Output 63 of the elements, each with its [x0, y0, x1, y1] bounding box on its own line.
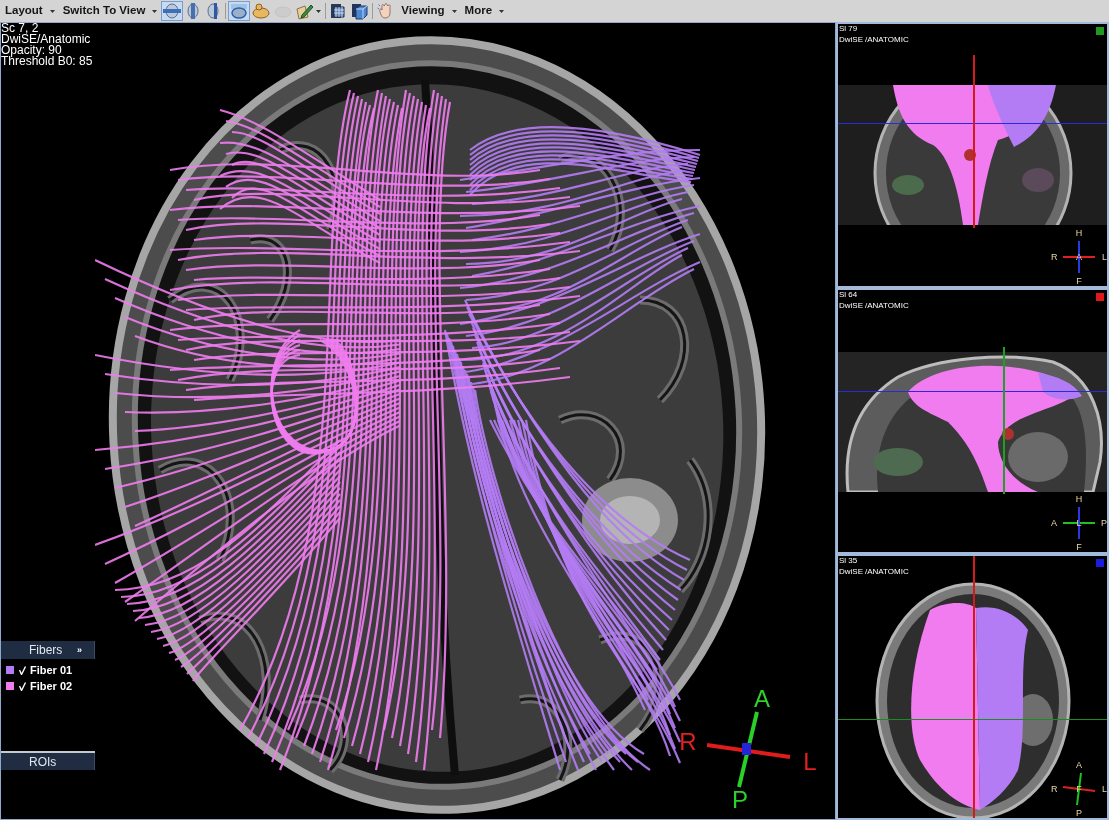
panel-title: ROIs [29, 753, 57, 771]
orientation-label: L [1076, 518, 1082, 528]
render-toggle-button[interactable] [228, 1, 251, 21]
head-vertical-slice-icon [186, 3, 201, 19]
toolbar-menu[interactable]: Viewing [399, 1, 459, 21]
checkmark-icon[interactable] [19, 665, 26, 675]
orientation-label: L [1102, 252, 1107, 262]
orientation-label: R [1051, 784, 1058, 794]
cube-tool-button[interactable] [349, 1, 371, 21]
scan-info-text: Sc 7, 2 [1, 23, 39, 34]
orientation-label: A [1076, 252, 1082, 262]
view-label: /ANATOMIC [865, 301, 909, 310]
scan-info-text: Opacity: 90 [1, 45, 62, 56]
pencil-icon [296, 2, 315, 20]
orientation-label: L [803, 750, 817, 774]
orientation-axes-icon [1061, 771, 1097, 807]
orientation-label: R [1051, 252, 1058, 262]
caret-icon [152, 9, 158, 13]
fiber-label[interactable]: Fiber 02 [30, 677, 73, 695]
orientation-axes-icon [1061, 239, 1097, 275]
view-label: /ANATOMIC [865, 35, 909, 44]
view-toggle-button[interactable] [161, 1, 184, 21]
series-label: DwiSE [839, 301, 863, 310]
orientation-label: F [1076, 276, 1082, 286]
orientation-label: H [1075, 228, 1083, 238]
orientation-label: P [1076, 808, 1082, 818]
checkmark-icon[interactable] [19, 681, 26, 691]
series-label: DwiSE [839, 35, 863, 44]
orientation-label: A [754, 687, 770, 711]
grid-cube-icon [330, 2, 348, 20]
panel-title: Fibers [29, 642, 63, 659]
caret-icon [49, 9, 55, 13]
volume-render-icon [230, 3, 249, 19]
view-label: /ANATOMIC [865, 567, 909, 576]
scan-info-text: DwiSE/Anatomic [1, 34, 92, 45]
caret-icon [499, 9, 505, 13]
orientation-label: A [1076, 760, 1082, 770]
cube-icon [351, 2, 369, 20]
orientation-label: A [1051, 518, 1057, 528]
orientation-axes-icon [705, 710, 793, 790]
expand-button[interactable]: » [77, 645, 82, 655]
scan-info-text: Threshold B0: 85 [1, 56, 93, 67]
toolbar-menu[interactable]: Switch To View [60, 1, 160, 21]
orientation-label: H [1075, 494, 1083, 504]
orientation-label: P [732, 788, 748, 812]
orientation-label: P [1101, 518, 1107, 528]
orientation-axes-icon [1061, 505, 1097, 541]
series-label: DwiSE [839, 567, 863, 576]
orientation-label: F [1076, 784, 1082, 794]
slice-number-label: Sl 35 [839, 556, 858, 565]
orientation-label: R [679, 730, 697, 754]
slice-number-label: Sl 79 [839, 24, 858, 33]
caret-icon [316, 9, 322, 13]
orientation-label: L [1102, 784, 1107, 794]
fiber-label[interactable]: Fiber 01 [30, 661, 73, 679]
surface-blob-icon [252, 3, 271, 19]
head-side-slice-icon [206, 3, 221, 19]
head-axial-slice-icon [163, 3, 182, 19]
toolbar-menu[interactable]: More [462, 1, 507, 21]
slice-number-label: Sl 64 [839, 290, 858, 299]
toolbar-menu[interactable]: Layout [3, 1, 57, 21]
orientation-label: F [1076, 542, 1082, 552]
caret-icon [451, 9, 457, 13]
